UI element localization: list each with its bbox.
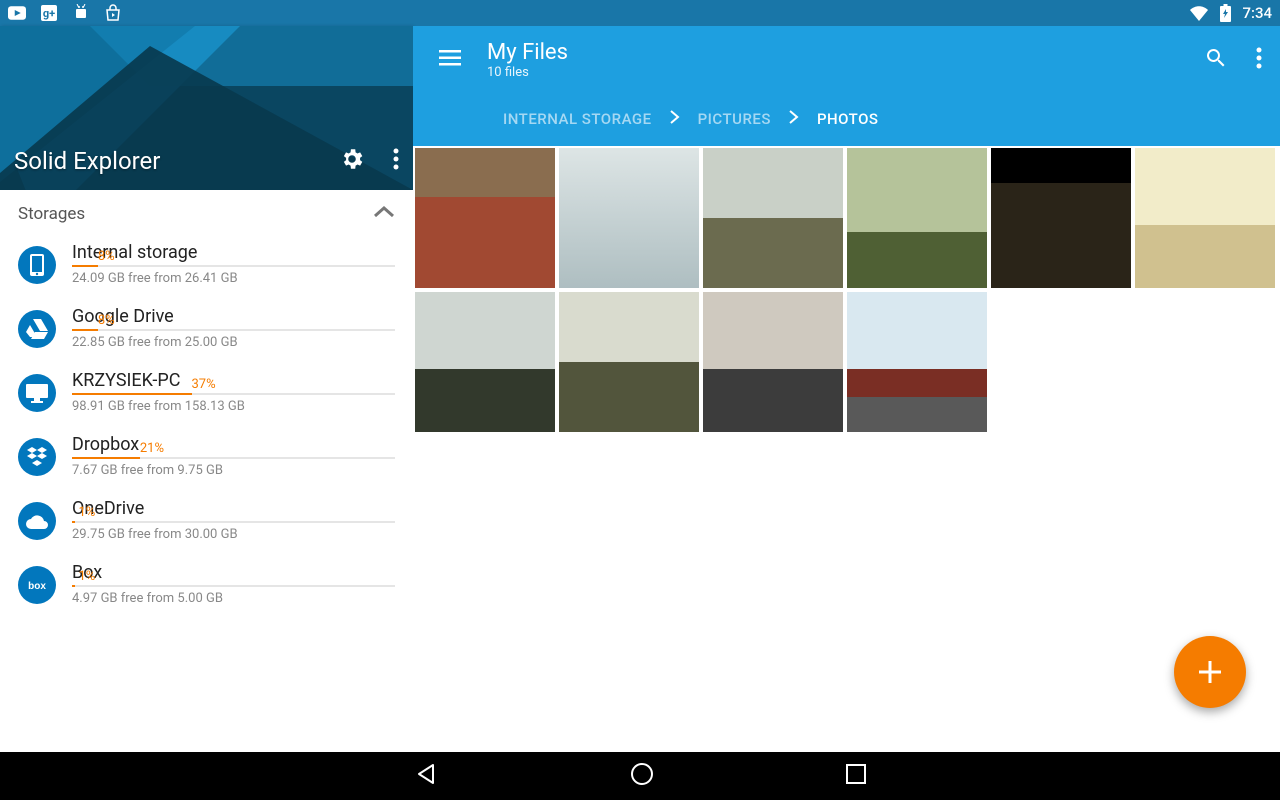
menu-icon[interactable] — [439, 50, 461, 70]
toolbar: My Files 10 files INTERNAL STORAGE PICTU… — [413, 26, 1280, 146]
onedrive-icon — [18, 502, 56, 540]
storage-item-monitor[interactable]: KRZYSIEK-PC 37% 98.91 GB free from 158.1… — [0, 362, 413, 426]
storage-meta: 98.91 GB free from 158.13 GB — [72, 399, 395, 414]
storage-item-gdrive[interactable]: Google Drive 8% 22.85 GB free from 25.00… — [0, 298, 413, 362]
photo-thumbnail[interactable] — [703, 292, 843, 432]
storage-percent: 21% — [140, 441, 164, 456]
photo-thumbnail[interactable] — [703, 148, 843, 288]
status-right: 7:34 — [1190, 4, 1272, 22]
storage-percent: 8% — [98, 313, 115, 328]
storage-name: KRZYSIEK-PC — [72, 370, 395, 391]
storage-meta: 7.67 GB free from 9.75 GB — [72, 463, 395, 478]
storage-name: Dropbox — [72, 434, 395, 455]
storage-item-dropbox[interactable]: Dropbox 21% 7.67 GB free from 9.75 GB — [0, 426, 413, 490]
storage-item-phone[interactable]: Internal storage 8% 24.09 GB free from 2… — [0, 234, 413, 298]
storage-usage-bar: 21% — [72, 457, 395, 459]
storage-meta: 24.09 GB free from 26.41 GB — [72, 271, 395, 286]
sidebar: Solid Explorer Storages Internal storage… — [0, 26, 413, 752]
navigation-bar — [0, 752, 1280, 800]
storages-label: Storages — [18, 204, 85, 224]
storage-name: Box — [72, 562, 395, 583]
fab-add-button[interactable] — [1174, 636, 1246, 708]
storages-section-header[interactable]: Storages — [0, 190, 413, 234]
overflow-menu-icon[interactable] — [1256, 47, 1262, 73]
storage-usage-bar: 1% — [72, 585, 395, 587]
storage-percent: 1% — [78, 569, 95, 584]
photo-thumbnail[interactable] — [847, 292, 987, 432]
storage-item-box[interactable]: box Box 1% 4.97 GB free from 5.00 GB — [0, 554, 413, 618]
storage-meta: 29.75 GB free from 30.00 GB — [72, 527, 395, 542]
photo-thumbnail[interactable] — [847, 148, 987, 288]
recents-button[interactable] — [845, 763, 867, 789]
battery-charging-icon — [1216, 4, 1234, 22]
svg-text:box: box — [28, 581, 46, 592]
photo-thumbnail[interactable] — [559, 148, 699, 288]
storages-list: Internal storage 8% 24.09 GB free from 2… — [0, 234, 413, 752]
status-bar: g+ 7:34 — [0, 0, 1280, 26]
chevron-up-icon — [373, 204, 395, 224]
settings-icon[interactable] — [339, 146, 365, 176]
page-title: My Files — [487, 40, 568, 65]
play-store-icon — [104, 4, 122, 22]
home-button[interactable] — [629, 761, 655, 791]
google-plus-icon: g+ — [40, 4, 58, 22]
search-icon[interactable] — [1204, 46, 1228, 74]
chevron-right-icon — [670, 110, 680, 128]
storage-name: Google Drive — [72, 306, 395, 327]
back-button[interactable] — [413, 761, 439, 791]
storage-usage-bar: 1% — [72, 521, 395, 523]
app-title: Solid Explorer — [14, 147, 160, 175]
photo-thumbnail[interactable] — [1135, 148, 1275, 288]
storage-meta: 4.97 GB free from 5.00 GB — [72, 591, 395, 606]
page-subtitle: 10 files — [487, 65, 568, 80]
crumb-photos[interactable]: PHOTOS — [817, 110, 879, 128]
gdrive-icon — [18, 310, 56, 348]
crumb-pictures[interactable]: PICTURES — [698, 110, 771, 128]
phone-icon — [18, 246, 56, 284]
overflow-menu-icon[interactable] — [393, 148, 399, 174]
crumb-internal-storage[interactable]: INTERNAL STORAGE — [503, 110, 652, 128]
photo-thumbnail[interactable] — [415, 148, 555, 288]
storage-percent: 37% — [192, 377, 216, 392]
storage-name: Internal storage — [72, 242, 395, 263]
status-left: g+ — [8, 4, 122, 22]
storage-item-onedrive[interactable]: OneDrive 1% 29.75 GB free from 30.00 GB — [0, 490, 413, 554]
storage-meta: 22.85 GB free from 25.00 GB — [72, 335, 395, 350]
android-icon — [72, 4, 90, 22]
wifi-icon — [1190, 4, 1208, 22]
dropbox-icon — [18, 438, 56, 476]
chevron-right-icon — [789, 110, 799, 128]
thumbnail-grid — [413, 146, 1280, 752]
storage-usage-bar: 8% — [72, 265, 395, 267]
photo-thumbnail[interactable] — [415, 292, 555, 432]
storage-name: OneDrive — [72, 498, 395, 519]
status-time: 7:34 — [1242, 4, 1272, 22]
photo-thumbnail[interactable] — [991, 148, 1131, 288]
box-icon: box — [18, 566, 56, 604]
youtube-icon — [8, 4, 26, 22]
photo-thumbnail[interactable] — [559, 292, 699, 432]
storage-percent: 8% — [98, 249, 115, 264]
storage-usage-bar: 37% — [72, 393, 395, 395]
storage-usage-bar: 8% — [72, 329, 395, 331]
storage-percent: 1% — [78, 505, 95, 520]
breadcrumb: INTERNAL STORAGE PICTURES PHOTOS — [413, 92, 1280, 146]
content-pane: My Files 10 files INTERNAL STORAGE PICTU… — [413, 26, 1280, 752]
svg-text:g+: g+ — [43, 7, 55, 20]
sidebar-hero: Solid Explorer — [0, 26, 413, 190]
monitor-icon — [18, 374, 56, 412]
